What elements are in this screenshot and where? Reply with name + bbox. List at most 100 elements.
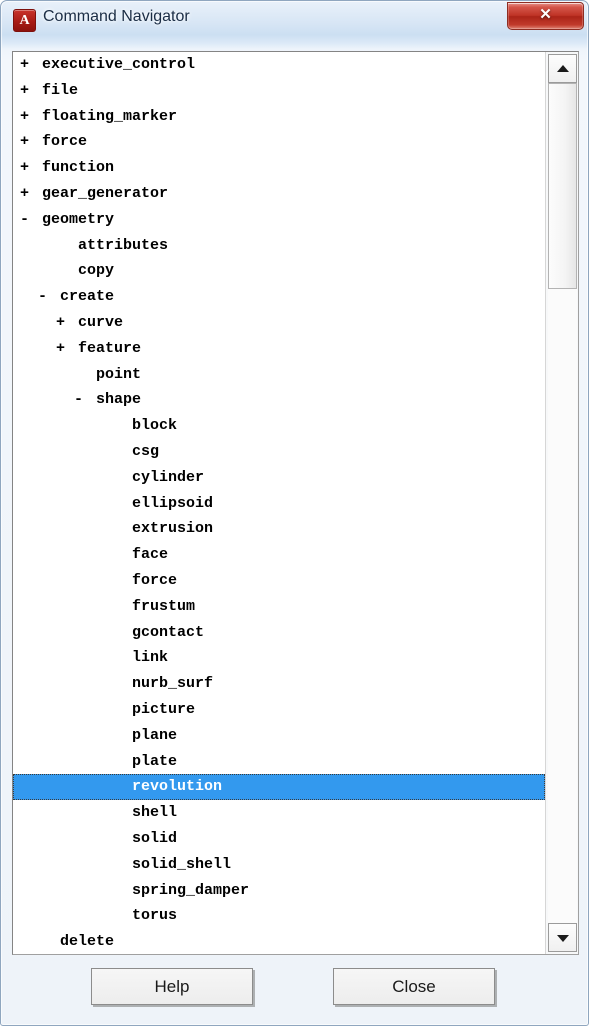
tree-row-label: face [132, 546, 169, 564]
tree-row[interactable]: ellipsoid [13, 491, 545, 517]
tree-row-label: shape [96, 391, 142, 409]
tree-row[interactable]: - shape [13, 387, 545, 413]
tree-row-label: executive_control [42, 56, 196, 73]
tree-row-label: spring_damper [132, 881, 250, 899]
tree-row-label: picture [132, 700, 196, 718]
tree-row[interactable]: + force [13, 129, 545, 155]
chevron-down-icon [556, 934, 569, 942]
window-title: Command Navigator [43, 8, 190, 25]
tree-row-label: torus [132, 907, 178, 925]
command-tree[interactable]: + executive_control + file + floating_marker +… [13, 52, 545, 954]
tree-row-label: revolution [132, 778, 223, 796]
tree-row-label: feature [78, 339, 142, 357]
tree-row[interactable]: solid [13, 826, 545, 852]
tree-row-label: solid_shell [132, 855, 232, 873]
tree-row[interactable]: extrusion [13, 516, 545, 542]
tree-row[interactable]: - create [13, 284, 545, 310]
tree-row[interactable]: picture [13, 697, 545, 723]
tree-row[interactable]: frustum [13, 594, 545, 620]
tree-row-label: plane [132, 726, 178, 744]
expand-icon[interactable]: + [56, 336, 68, 362]
tree-row[interactable]: face [13, 542, 545, 568]
vertical-scrollbar[interactable] [545, 52, 578, 954]
tree-row[interactable]: - geometry [13, 207, 545, 233]
chevron-up-icon [556, 64, 569, 72]
tree-row-label: create [60, 288, 115, 306]
tree-row[interactable]: + floating_marker [13, 104, 545, 130]
tree-row-label: curve [78, 313, 124, 331]
expand-icon[interactable]: + [56, 310, 68, 336]
tree-row[interactable]: cylinder [13, 465, 545, 491]
tree-row[interactable]: solid_shell [13, 852, 545, 878]
tree-row-label: extrusion [132, 520, 214, 538]
help-button[interactable]: Help [91, 968, 253, 1005]
close-button[interactable]: Close [333, 968, 495, 1005]
scroll-up-button[interactable] [548, 54, 577, 83]
close-button-label: Close [392, 977, 436, 996]
tree-row-label: delete [60, 933, 115, 951]
collapse-icon[interactable]: - [20, 207, 32, 233]
tree-row-label: frustum [132, 597, 196, 615]
tree-row[interactable]: + gear_generator [13, 181, 545, 207]
tree-row[interactable]: + executive_control [13, 52, 545, 78]
tree-row-label: gcontact [132, 623, 205, 641]
tree-row-label: function [42, 159, 115, 177]
expand-icon[interactable]: + [20, 181, 32, 207]
tree-row[interactable]: attributes [13, 233, 545, 259]
expand-icon[interactable]: + [20, 52, 32, 78]
command-tree-panel: + executive_control + file + floating_marker +… [12, 51, 579, 955]
tree-row-label: link [132, 649, 169, 667]
expand-icon[interactable]: + [20, 104, 32, 130]
command-navigator-window: A Command Navigator ✕ + executive_control… [0, 0, 589, 1026]
expand-icon[interactable]: + [20, 129, 32, 155]
tree-row-label: cylinder [132, 468, 205, 486]
tree-row-label: floating_marker [42, 107, 178, 125]
tree-row[interactable]: block [13, 413, 545, 439]
tree-row-label: point [96, 365, 142, 383]
tree-row-label: file [42, 81, 79, 99]
tree-row-label: ellipsoid [132, 494, 214, 512]
tree-row-label: gear_generator [42, 184, 169, 202]
tree-row[interactable]: + curve [13, 310, 545, 336]
collapse-icon[interactable]: - [38, 284, 50, 310]
expand-icon[interactable]: + [20, 155, 32, 181]
tree-row-label: nurb_surf [132, 675, 214, 693]
tree-row[interactable]: + feature [13, 336, 545, 362]
title-bar[interactable]: A Command Navigator ✕ [1, 1, 589, 47]
tree-row-label: solid [132, 829, 178, 847]
tree-row[interactable]: point [13, 362, 545, 388]
tree-row[interactable]: torus [13, 903, 545, 929]
tree-row-label: force [132, 571, 178, 589]
tree-row[interactable]: copy [13, 258, 545, 284]
scrollbar-thumb[interactable] [548, 83, 577, 289]
tree-row[interactable]: delete [13, 929, 545, 954]
tree-row[interactable]: + function [13, 155, 545, 181]
tree-row-label: attributes [78, 236, 169, 254]
app-icon-letter: A [19, 13, 30, 28]
tree-row-label: block [132, 417, 178, 435]
tree-row-label: force [42, 133, 88, 151]
tree-row[interactable]: force [13, 568, 545, 594]
help-button-label: Help [154, 977, 190, 996]
tree-row-label: plate [132, 752, 178, 770]
tree-row-label: shell [132, 804, 178, 822]
tree-row-selected[interactable]: revolution [13, 774, 545, 801]
tree-row-label: copy [78, 262, 115, 280]
close-x-icon: ✕ [539, 7, 552, 23]
tree-row[interactable]: nurb_surf [13, 671, 545, 697]
tree-row[interactable]: spring_damper [13, 878, 545, 904]
tree-row[interactable]: plane [13, 723, 545, 749]
tree-row-label: geometry [42, 210, 115, 228]
tree-row[interactable]: + file [13, 78, 545, 104]
scroll-down-button[interactable] [548, 923, 577, 952]
window-close-button[interactable]: ✕ [507, 2, 584, 30]
tree-row[interactable]: csg [13, 439, 545, 465]
tree-row[interactable]: gcontact [13, 620, 545, 646]
tree-row[interactable]: shell [13, 800, 545, 826]
tree-row[interactable]: link [13, 645, 545, 671]
collapse-icon[interactable]: - [74, 387, 86, 413]
tree-row[interactable]: plate [13, 749, 545, 775]
expand-icon[interactable]: + [20, 78, 32, 104]
tree-row-label: csg [132, 442, 160, 460]
autocad-a-icon: A [13, 9, 36, 32]
